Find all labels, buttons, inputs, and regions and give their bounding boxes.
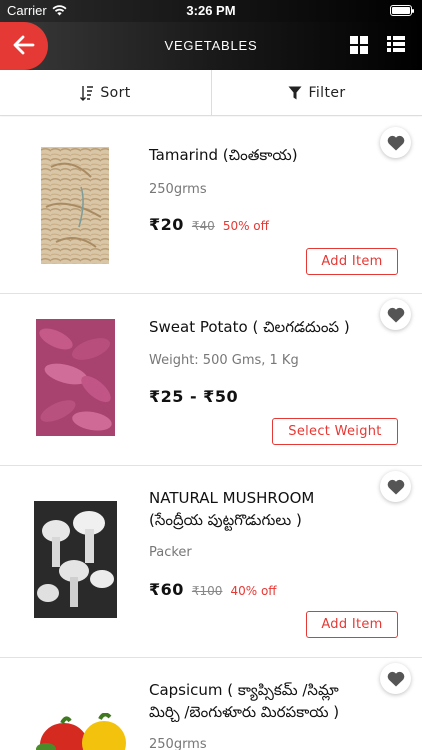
price-row: ₹60 ₹100 40% off (149, 580, 277, 599)
product-name: Sweat Potato ( చిలగడదుంప ) (149, 318, 350, 336)
product-price: ₹25 - ₹50 (149, 387, 239, 406)
product-old-price: ₹100 (191, 584, 223, 598)
product-discount: 40% off (230, 584, 277, 598)
top-nav-bar: VEGETABLES (0, 22, 422, 70)
filter-button[interactable]: Filter (211, 70, 422, 116)
product-image (34, 501, 117, 618)
product-quantity: 250grms (149, 182, 207, 197)
product-quantity: 250grms (149, 737, 207, 750)
product-card[interactable]: Sweat Potato ( చిలగడదుంప ) Weight: 500 G… (0, 295, 422, 466)
grid-view-icon (350, 36, 368, 54)
product-name-line2: (సేంద్రీయ పుట్టగొడుగులు ) (149, 511, 302, 529)
sort-icon (80, 86, 94, 101)
select-weight-button[interactable]: Select Weight (272, 418, 398, 445)
product-name: Tamarind (చింతకాయ) (149, 146, 298, 164)
list-view-icon (387, 36, 405, 52)
product-quantity: Weight: 500 Gms, 1 Kg (149, 353, 299, 368)
wishlist-button[interactable] (380, 299, 411, 330)
product-card[interactable]: NATURAL MUSHROOM (సేంద్రీయ పుట్టగొడుగులు… (0, 467, 422, 658)
sort-filter-bar: Sort Filter (0, 70, 422, 116)
product-price: ₹20 (149, 215, 184, 234)
heart-icon (387, 671, 404, 686)
add-item-button[interactable]: Add Item (306, 248, 398, 275)
product-card[interactable]: Tamarind (చింతకాయ) 250grms ₹20 ₹40 50% o… (0, 117, 422, 294)
product-price: ₹60 (149, 580, 184, 599)
product-name-line2: మిర్చి /బెంగుళూరు మిరపకాయ ) (149, 703, 340, 721)
heart-icon (387, 307, 404, 322)
list-view-button[interactable] (387, 36, 407, 56)
product-name-line1: Capsicum ( క్యాప్సికమ్ /సిమ్లా (149, 681, 339, 699)
product-discount: 50% off (222, 219, 269, 233)
sort-label: Sort (100, 85, 131, 101)
battery-icon (390, 5, 414, 16)
product-name-line1: NATURAL MUSHROOM (149, 489, 315, 507)
product-old-price: ₹40 (191, 219, 215, 233)
grid-view-button[interactable] (350, 36, 370, 56)
product-quantity: Packer (149, 545, 192, 560)
price-row: ₹25 - ₹50 (149, 387, 238, 406)
status-bar: Carrier 3:26 PM (0, 0, 422, 22)
heart-icon (387, 135, 404, 150)
filter-label: Filter (308, 85, 346, 101)
product-name: Capsicum ( క్యాప్సికమ్ /సిమ్లా మిర్చి /బ… (149, 679, 381, 723)
product-image (41, 147, 109, 264)
heart-icon (387, 479, 404, 494)
product-image (34, 712, 128, 750)
sort-button[interactable]: Sort (0, 70, 211, 116)
clock: 3:26 PM (186, 3, 236, 18)
product-name: NATURAL MUSHROOM (సేంద్రీయ పుట్టగొడుగులు… (149, 487, 381, 531)
product-card[interactable]: Capsicum ( క్యాప్సికమ్ /సిమ్లా మిర్చి /బ… (0, 659, 422, 750)
add-item-button[interactable]: Add Item (306, 611, 398, 638)
filter-icon (288, 86, 302, 100)
wishlist-button[interactable] (380, 663, 411, 694)
wishlist-button[interactable] (380, 127, 411, 158)
price-row: ₹20 ₹40 50% off (149, 215, 269, 234)
product-image (36, 319, 115, 436)
wishlist-button[interactable] (380, 471, 411, 502)
